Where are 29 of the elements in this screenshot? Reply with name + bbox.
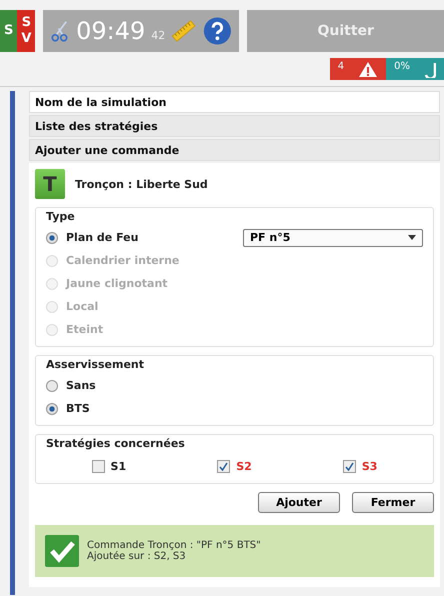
warning-icon [358,61,378,78]
section-badge: T [35,169,65,199]
checkmark-icon [45,535,79,567]
radio-option[interactable]: Plan de Feu [46,231,138,244]
group-title: Stratégies concernées [46,437,185,450]
group-title: Asservissement [46,358,144,371]
accordion-header[interactable]: Nom de la simulation [29,91,440,113]
accordion-header[interactable]: Ajouter une commande [29,139,440,161]
strategy-checkbox[interactable]: S2 [217,460,252,473]
close-button[interactable]: Fermer [352,492,434,513]
clock-time: 09:49 [76,17,146,45]
add-button[interactable]: Ajouter [258,492,340,513]
mode-tag: S V [17,10,36,52]
strategy-checkbox[interactable]: S1 [92,460,126,473]
checkmark-icon [344,462,354,471]
warning-badge[interactable]: 4 [330,58,386,80]
plan-select[interactable]: PF n°5 [243,228,423,246]
strategy-checkbox[interactable]: S3 [342,460,378,473]
group-title: Type [46,210,75,223]
message-text: Ajoutée sur : S2, S3 [87,551,187,562]
radio-option[interactable]: Sans [46,379,96,392]
segment-label: Tronçon : Liberte Sud [75,178,208,190]
message-text: Commande Tronçon : "PF n°5 BTS" [87,540,261,551]
clock-seconds: 42 [151,28,166,42]
checkmark-icon [219,462,228,471]
radio-option[interactable]: BTS [46,402,90,415]
mode-tag: S [0,10,18,52]
caret-icon [408,235,416,240]
accordion-header[interactable]: Liste des stratégies [29,115,440,137]
